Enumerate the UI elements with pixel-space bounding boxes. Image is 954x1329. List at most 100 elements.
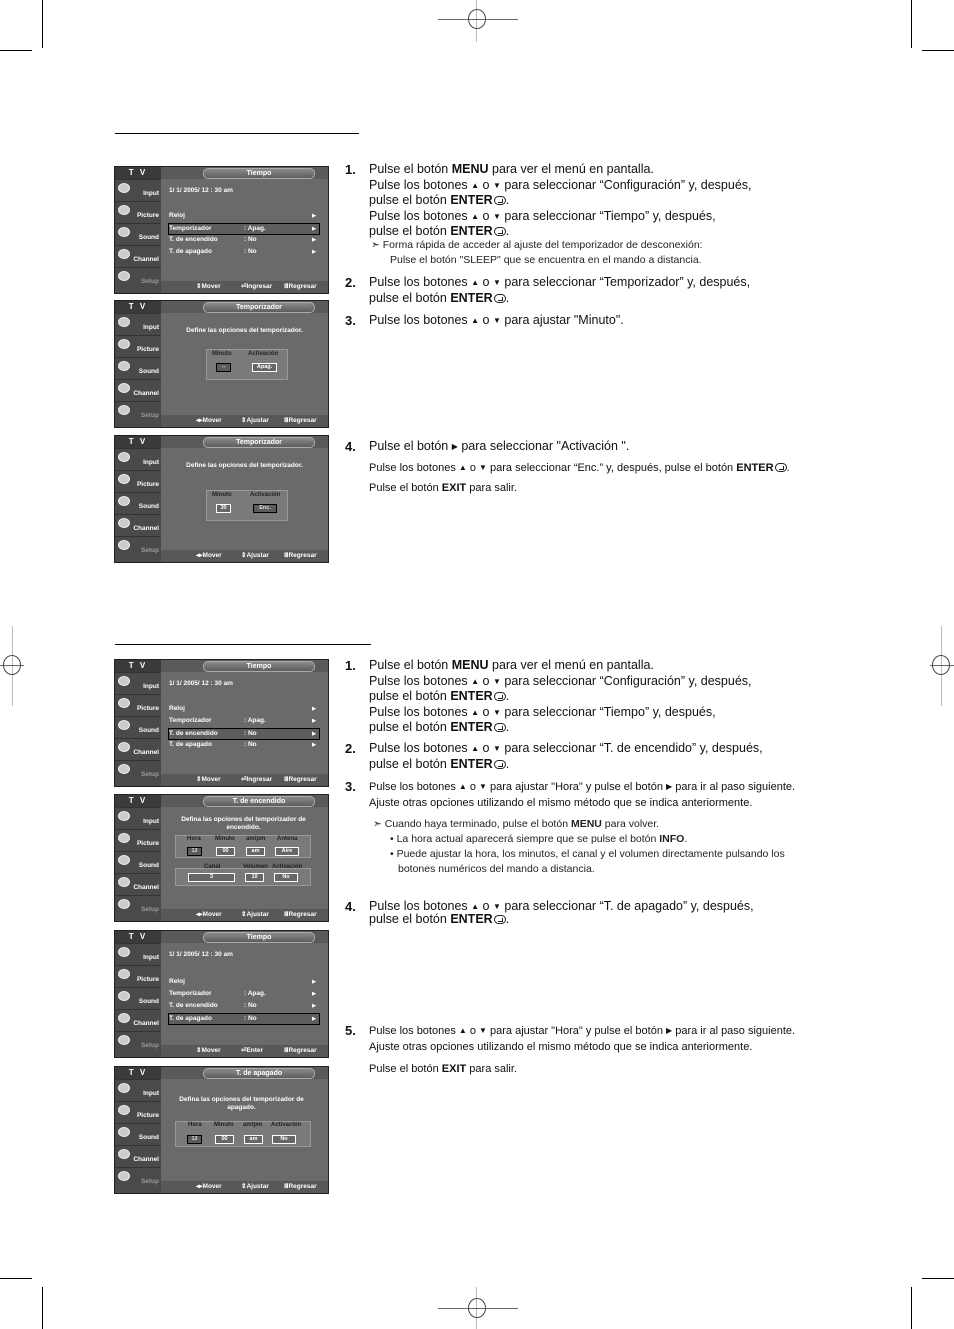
osd-screen-tiempo-encendido: T V Tiempo Input Picture Sound Channel S… [114,659,329,787]
section-rule [115,644,371,645]
down-arrow-icon: ▼ [479,782,487,791]
picture-icon [118,1105,130,1115]
osd-screen-temporizador: T V Temporizador Input Picture Sound Cha… [114,300,329,428]
sound-icon [118,720,130,730]
osd-menu-item: Reloj ▶ [169,212,316,219]
crop-mark [0,1278,32,1279]
osd-footer: ⇕ Mover ⏎ Ingresar Ⅲ Regresar [161,281,328,293]
osd-tv-label: T V [115,931,161,943]
osd-description: Defina las opciones del temporizador de … [181,816,306,831]
input-icon [118,676,130,686]
picture-icon [118,205,130,215]
picture-icon [118,698,130,708]
osd-sidebar-sound: Sound [115,716,161,737]
osd-activacion-field: Enc. [253,504,277,513]
osd-title: T. de apagado [203,1068,315,1079]
input-icon [118,811,130,821]
instruction-step: 1. Pulse el botón MENU para ver el menú … [345,162,752,238]
lr-icon: ◂▸ Mover [196,417,222,424]
step-number: 2. [345,741,356,756]
osd-col-header: Activación [271,1122,302,1128]
step-number: 4. [345,899,356,914]
return-icon: Ⅲ Regresar [284,911,317,918]
setup-icon [118,540,130,550]
osd-title: Tiempo [203,661,315,672]
picture-icon [118,339,130,349]
osd-datetime: 1/ 1/ 2005/ 12 : 30 am [169,187,233,194]
setup-icon [118,1035,130,1045]
down-arrow-icon: ▼ [492,180,501,190]
sound-icon [118,855,130,865]
setup-icon [118,1171,130,1181]
tip-arrow-icon: ➣ [373,818,382,830]
osd-sidebar-sound: Sound [115,223,161,244]
down-arrow-icon: ▼ [492,211,501,221]
up-arrow-icon: ▲ [471,744,480,753]
return-icon: Ⅲ Regresar [284,1183,317,1190]
down-arrow-icon: ▼ [479,462,487,472]
crop-mark [42,1287,43,1329]
osd-col-header: Minuto [212,351,232,357]
osd-menu-item: Reloj ▶ [169,705,316,712]
osd-sidebar-channel: Channel [115,245,161,266]
osd-col-header: Antena [277,836,298,842]
osd-sidebar-setup: Setup [115,401,161,422]
osd-sidebar-input: Input [115,943,161,964]
up-arrow-icon: ▲ [471,316,480,325]
picture-icon [118,969,130,979]
osd-sidebar-input: Input [115,672,161,693]
down-arrow-icon: ▼ [479,1026,487,1035]
osd-tv-label: T V [115,660,161,672]
step-number: 3. [345,779,356,794]
osd-activacion-field: No [272,1135,296,1144]
lr-icon: ◂▸ Mover [196,1183,222,1190]
move-icon: ⇕ Mover [196,283,221,290]
osd-sidebar-channel: Channel [115,738,161,759]
osd-title: Temporizador [203,437,315,448]
enter-icon: ⏎ Ingresar [241,283,273,290]
return-icon: Ⅲ Regresar [284,1047,317,1054]
osd-description: Define las opciones del temporizador. [186,327,303,334]
osd-hora-field: 12 [187,847,202,856]
down-arrow-icon: ▼ [492,316,501,325]
osd-sidebar-channel: Channel [115,873,161,894]
osd-ampm-field: am [246,847,265,856]
up-arrow-icon: ▲ [458,782,467,791]
section-rule [115,133,359,134]
osd-sidebar-setup: Setup [115,267,161,288]
setup-icon [118,764,130,774]
enter-icon [493,723,506,732]
instruction-step: 4. Pulse los botones ▲ o ▼ para seleccio… [345,899,754,926]
setup-icon [118,405,130,415]
enter-icon [493,915,506,924]
osd-menu-item-selected: T. de encendido: No ▶ [168,728,320,740]
osd-title: T. de encendido [203,796,315,807]
picture-icon [118,474,130,484]
osd-menu-item-selected: Temporizador: Apag. ▶ [168,223,320,235]
instruction-step: 1. Pulse el botón MENU para ver el menú … [345,658,752,734]
osd-ampm-field: am [244,1135,263,1144]
channel-icon [118,742,130,752]
osd-sidebar-sound: Sound [115,1123,161,1144]
osd-sidebar-picture: Picture [115,965,161,986]
osd-col-header: Hora [188,1122,202,1128]
enter-icon [493,293,506,303]
enter-icon [493,227,506,236]
osd-activacion-field: Apag. [252,363,277,372]
osd-col-header: am/pm [246,836,266,842]
osd-minuto-field: 00 [215,1135,234,1144]
osd-sidebar-picture: Picture [115,1101,161,1122]
instruction-step: 2. Pulse los botones ▲ o ▼ para seleccio… [345,275,751,305]
updown-icon: ⇕ Ajustar [241,552,269,559]
osd-tv-label: T V [115,795,161,807]
crop-mark [911,0,912,48]
osd-screen-tiempo: T V Tiempo Input Picture Sound Channel S… [114,166,329,294]
osd-sidebar-picture: Picture [115,470,161,491]
osd-col-header: Minuto [214,1122,234,1128]
osd-sidebar-channel: Channel [115,1009,161,1030]
osd-minuto-field: 30 [216,504,231,513]
osd-footer: ◂▸ Mover ⇕ Ajustar Ⅲ Regresar [161,909,328,921]
osd-minuto-field: 00 [216,847,235,856]
osd-sidebar-input: Input [115,179,161,200]
crop-mark [922,50,954,51]
